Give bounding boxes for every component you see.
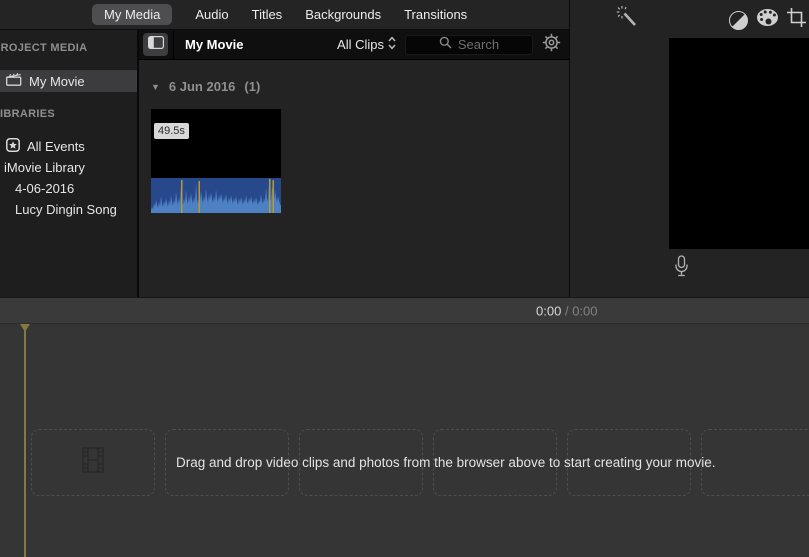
tab-titles[interactable]: Titles — [252, 7, 283, 22]
libraries-header: LIBRARIES — [0, 108, 137, 120]
sidebar-toggle-icon — [148, 36, 164, 54]
drop-slot — [701, 429, 809, 496]
clip-browser: My Movie All Clips — [139, 30, 569, 297]
clip-audio-waveform — [151, 178, 281, 218]
magic-wand-icon — [616, 17, 640, 34]
viewer-pane — [570, 0, 809, 297]
sidebar-item-imovie-library[interactable]: iMovie Library — [0, 157, 137, 178]
playhead-handle-icon[interactable] — [20, 324, 30, 332]
top-section: My Media Audio Titles Backgrounds Transi… — [0, 0, 809, 297]
sidebar-item-label: iMovie Library — [4, 160, 85, 175]
search-icon — [439, 36, 452, 54]
libraries-sidebar: PROJECT MEDIA My Movie LIBRARIES — [0, 30, 139, 297]
crop-icon — [787, 14, 806, 31]
sidebar-item-label: Lucy Dingin Song — [15, 202, 117, 217]
color-balance-icon — [729, 11, 748, 30]
search-placeholder: Search — [458, 37, 499, 52]
clip-video-frame — [151, 109, 281, 178]
browser-title: My Movie — [185, 37, 244, 52]
current-time: 0:00 — [536, 303, 561, 318]
left-body: PROJECT MEDIA My Movie LIBRARIES — [0, 30, 569, 297]
sidebar-item-label: All Events — [27, 139, 85, 154]
media-pane: My Media Audio Titles Backgrounds Transi… — [0, 0, 570, 297]
clapperboard-icon — [6, 73, 22, 89]
sidebar-item-my-movie[interactable]: My Movie — [0, 70, 137, 92]
time-display: 0:00 / 0:00 — [536, 303, 598, 318]
sidebar-item-all-events[interactable]: All Events — [0, 136, 137, 157]
tab-backgrounds[interactable]: Backgrounds — [305, 7, 381, 22]
sidebar-item-label: 4-06-2016 — [15, 181, 74, 196]
timeline: Drag and drop video clips and photos fro… — [0, 324, 809, 557]
color-balance-button[interactable] — [729, 11, 748, 30]
tab-my-media[interactable]: My Media — [92, 4, 172, 25]
microphone-icon — [674, 265, 689, 282]
video-clip-thumbnail[interactable]: 49.5s — [151, 109, 281, 213]
browser-toolbar: My Movie All Clips — [139, 30, 569, 60]
sidebar-item-lucy-dingin-song[interactable]: Lucy Dingin Song — [0, 199, 137, 220]
media-tab-bar: My Media Audio Titles Backgrounds Transi… — [0, 0, 569, 30]
filter-label: All Clips — [337, 37, 384, 52]
playhead[interactable] — [24, 324, 26, 557]
sidebar-item-4-06-2016[interactable]: 4-06-2016 — [0, 178, 137, 199]
imovie-window: My Media Audio Titles Backgrounds Transi… — [0, 0, 809, 557]
all-clips-filter[interactable]: All Clips — [337, 36, 396, 53]
color-correction-button[interactable] — [756, 8, 779, 32]
tab-audio[interactable]: Audio — [195, 7, 228, 22]
project-media-header: PROJECT MEDIA — [0, 42, 137, 54]
voiceover-record-button[interactable] — [674, 255, 689, 283]
browser-content: ▼ 6 Jun 2016 (1) — [139, 60, 569, 297]
star-icon — [6, 138, 20, 155]
time-separator: / — [565, 303, 569, 318]
group-date: 6 Jun 2016 — [169, 79, 236, 94]
total-time: 0:00 — [572, 303, 597, 318]
auto-enhance-button[interactable] — [616, 4, 640, 35]
tab-transitions[interactable]: Transitions — [404, 7, 467, 22]
browser-settings-button[interactable] — [542, 33, 561, 57]
transport-bar: 0:00 / 0:00 — [0, 297, 809, 324]
search-input[interactable]: Search — [405, 35, 533, 55]
sidebar-item-label: My Movie — [29, 74, 85, 89]
crop-button[interactable] — [787, 8, 806, 32]
group-count: (1) — [244, 79, 260, 94]
header-divider — [173, 30, 174, 59]
filmstrip-icon — [82, 447, 104, 478]
drop-slot — [31, 429, 155, 496]
clip-group-header[interactable]: ▼ 6 Jun 2016 (1) — [151, 79, 559, 94]
sidebar-toggle-button[interactable] — [143, 33, 168, 56]
disclosure-triangle-icon: ▼ — [151, 82, 160, 92]
viewer-adjust-toolbar — [729, 8, 806, 32]
gear-icon — [542, 39, 561, 56]
timeline-placeholder-text: Drag and drop video clips and photos fro… — [176, 455, 716, 470]
palette-icon — [756, 14, 779, 31]
clip-duration-badge: 49.5s — [154, 123, 189, 139]
viewer-canvas — [669, 38, 809, 249]
updown-chevron-icon — [388, 36, 396, 53]
